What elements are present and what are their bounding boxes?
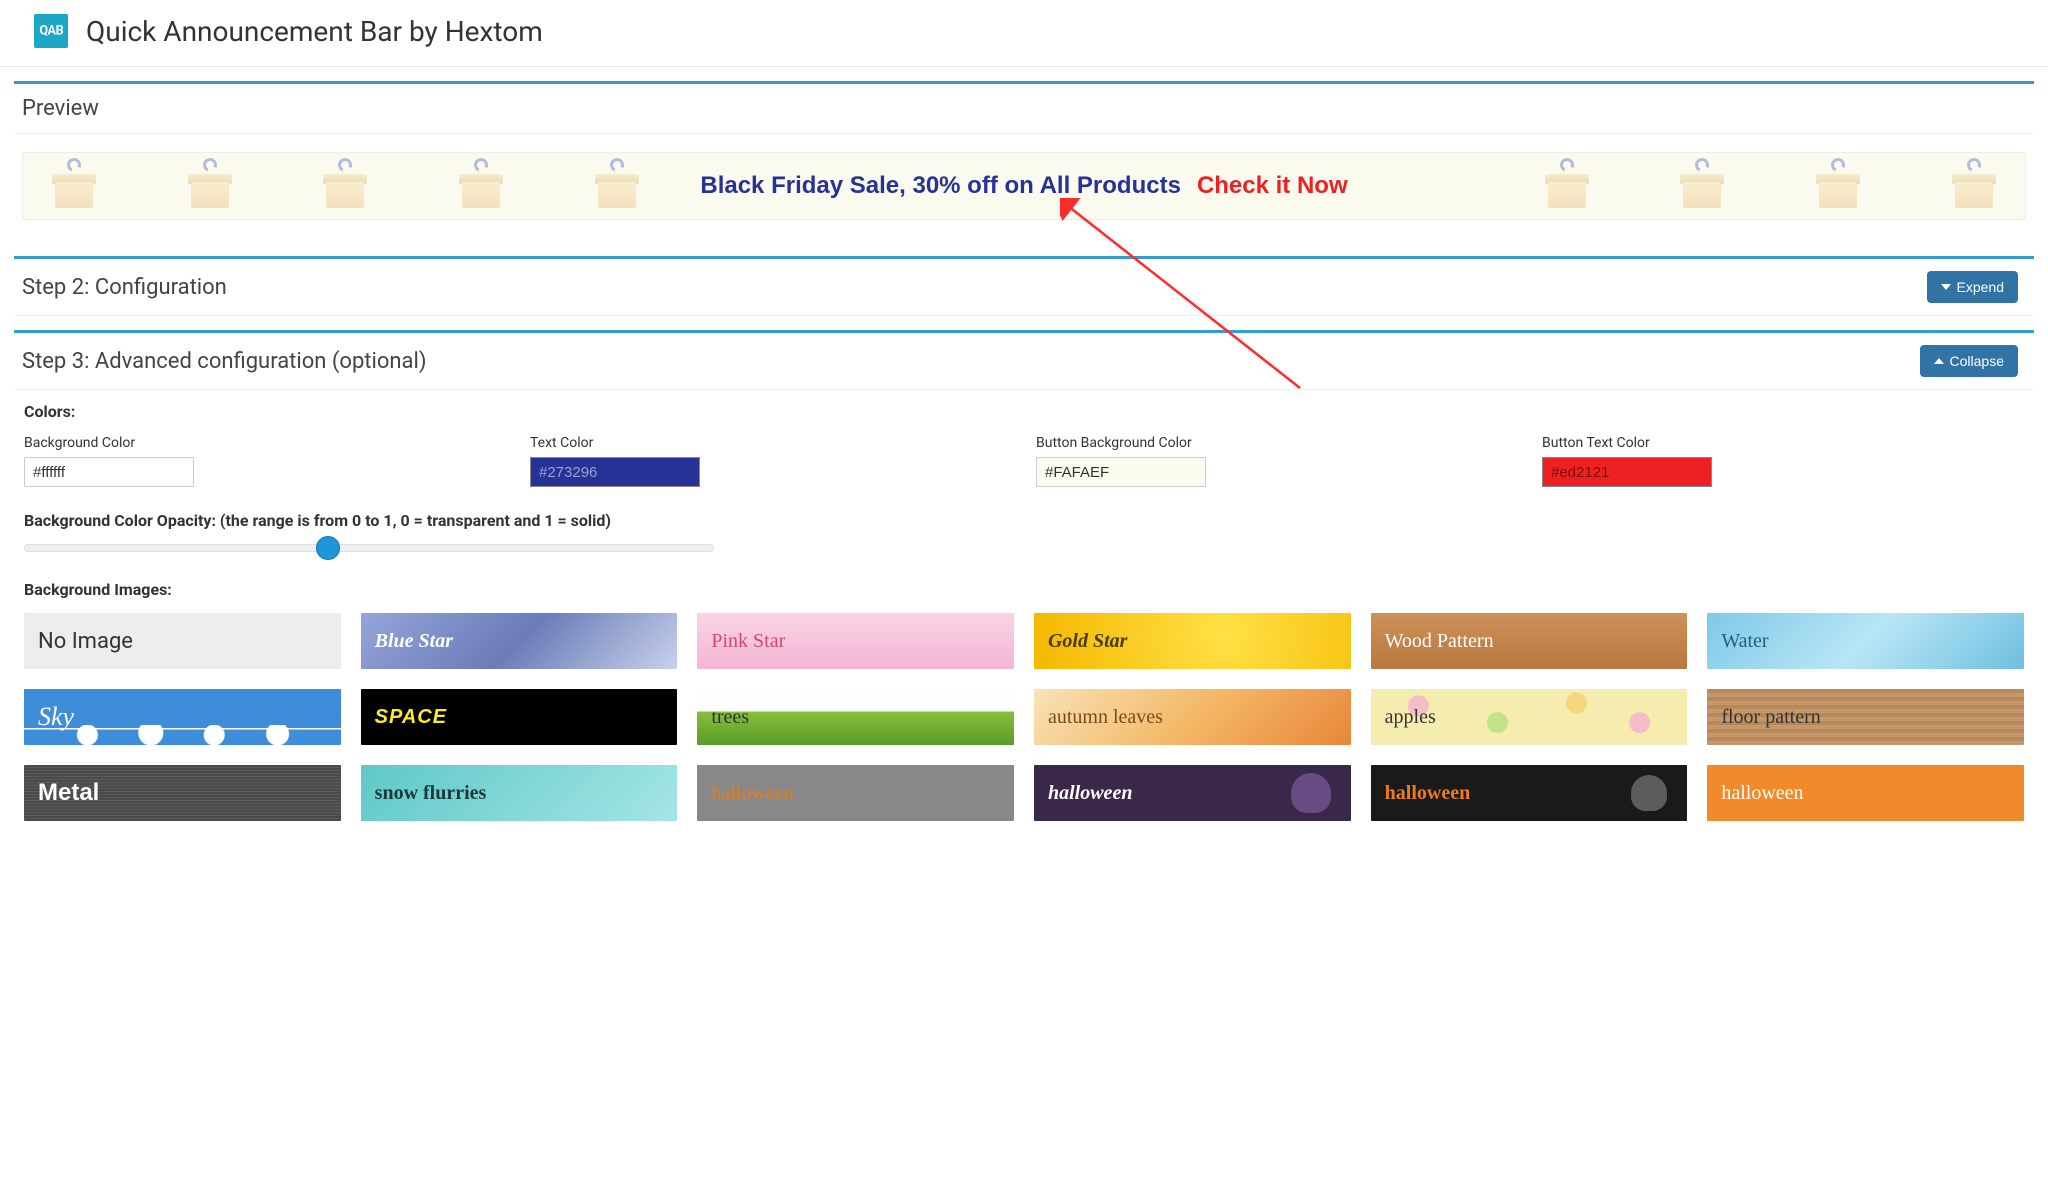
- btn-bg-color-input[interactable]: [1036, 457, 1206, 487]
- bg-tile-halloween-grey[interactable]: halloween: [697, 765, 1014, 821]
- preview-header: Preview: [14, 84, 2034, 134]
- gift-icon: [47, 162, 101, 210]
- images-heading: Background Images:: [24, 580, 2024, 599]
- step3-header: Step 3: Advanced configuration (optional…: [14, 333, 2034, 390]
- collapse-button[interactable]: Collapse: [1920, 345, 2018, 377]
- chevron-up-icon: [1934, 358, 1944, 364]
- bg-tile-snow-flurries[interactable]: snow flurries: [361, 765, 678, 821]
- gift-icon: [1540, 162, 1594, 210]
- step2-title: Step 2: Configuration: [22, 275, 227, 300]
- text-color-label: Text Color: [530, 435, 1012, 451]
- bg-color-label: Background Color: [24, 435, 506, 451]
- bg-tile-gold-star[interactable]: Gold Star: [1034, 613, 1351, 669]
- text-color-input[interactable]: [530, 457, 700, 487]
- gift-icon: [1947, 162, 2001, 210]
- step3-content: Colors: Background Color Text Color Butt…: [14, 390, 2034, 841]
- step3-section: Step 3: Advanced configuration (optional…: [14, 330, 2034, 841]
- bg-tile-halloween-black[interactable]: halloween: [1371, 765, 1688, 821]
- preview-title: Preview: [22, 96, 99, 121]
- bg-tile-sky[interactable]: Sky: [24, 689, 341, 745]
- logo-text: QAB: [39, 24, 63, 38]
- bg-color-group: Background Color: [24, 435, 506, 487]
- text-color-group: Text Color: [530, 435, 1012, 487]
- app-title: Quick Announcement Bar by Hextom: [86, 15, 543, 48]
- bg-tile-water[interactable]: Water: [1707, 613, 2024, 669]
- opacity-slider[interactable]: [24, 544, 714, 552]
- background-images-grid: No Image Blue Star Pink Star Gold Star W…: [24, 613, 2024, 821]
- app-header: QAB Quick Announcement Bar by Hextom: [0, 0, 2048, 67]
- collapse-label: Collapse: [1950, 353, 2004, 369]
- bg-tile-pink-star[interactable]: Pink Star: [697, 613, 1014, 669]
- announcement-bar: Black Friday Sale, 30% off on All Produc…: [22, 152, 2026, 220]
- opacity-label: Background Color Opacity: (the range is …: [24, 511, 2024, 530]
- gift-icon: [318, 162, 372, 210]
- btn-text-color-group: Button Text Color: [1542, 435, 2024, 487]
- announcement-cta[interactable]: Check it Now: [1197, 172, 1348, 200]
- announcement-text: Black Friday Sale, 30% off on All Produc…: [700, 172, 1181, 200]
- bg-tile-trees[interactable]: trees: [697, 689, 1014, 745]
- preview-section: Preview Black Friday Sale, 30% off: [14, 81, 2034, 242]
- btn-text-color-label: Button Text Color: [1542, 435, 2024, 451]
- gift-icon: [1811, 162, 1865, 210]
- btn-bg-color-label: Button Background Color: [1036, 435, 1518, 451]
- bg-tile-wood-pattern[interactable]: Wood Pattern: [1371, 613, 1688, 669]
- bg-tile-autumn-leaves[interactable]: autumn leaves: [1034, 689, 1351, 745]
- bg-tile-halloween-purple[interactable]: halloween: [1034, 765, 1351, 821]
- step3-title: Step 3: Advanced configuration (optional…: [22, 349, 427, 374]
- gift-icon: [454, 162, 508, 210]
- bg-color-input[interactable]: [24, 457, 194, 487]
- gift-icon: [590, 162, 644, 210]
- bg-tile-apples[interactable]: apples: [1371, 689, 1688, 745]
- bg-tile-blue-star[interactable]: Blue Star: [361, 613, 678, 669]
- btn-bg-color-group: Button Background Color: [1036, 435, 1518, 487]
- gift-icon: [183, 162, 237, 210]
- chevron-down-icon: [1941, 284, 1951, 290]
- app-logo: QAB: [34, 14, 68, 48]
- preview-body: Black Friday Sale, 30% off on All Produc…: [14, 134, 2034, 242]
- slider-thumb[interactable]: [316, 536, 340, 560]
- expend-button[interactable]: Expend: [1927, 271, 2018, 303]
- bg-tile-no-image[interactable]: No Image: [24, 613, 341, 669]
- bg-tile-floor-pattern[interactable]: floor pattern: [1707, 689, 2024, 745]
- expend-label: Expend: [1957, 279, 2004, 295]
- colors-row: Background Color Text Color Button Backg…: [24, 435, 2024, 487]
- colors-heading: Colors:: [24, 402, 2024, 421]
- bg-tile-metal[interactable]: Metal: [24, 765, 341, 821]
- bg-tile-halloween-orange[interactable]: halloween: [1707, 765, 2024, 821]
- opacity-group: Background Color Opacity: (the range is …: [24, 511, 2024, 552]
- step2-header: Step 2: Configuration Expend: [14, 259, 2034, 316]
- btn-text-color-input[interactable]: [1542, 457, 1712, 487]
- bg-tile-space[interactable]: SPACE: [361, 689, 678, 745]
- gift-icon: [1675, 162, 1729, 210]
- step2-section: Step 2: Configuration Expend: [14, 256, 2034, 316]
